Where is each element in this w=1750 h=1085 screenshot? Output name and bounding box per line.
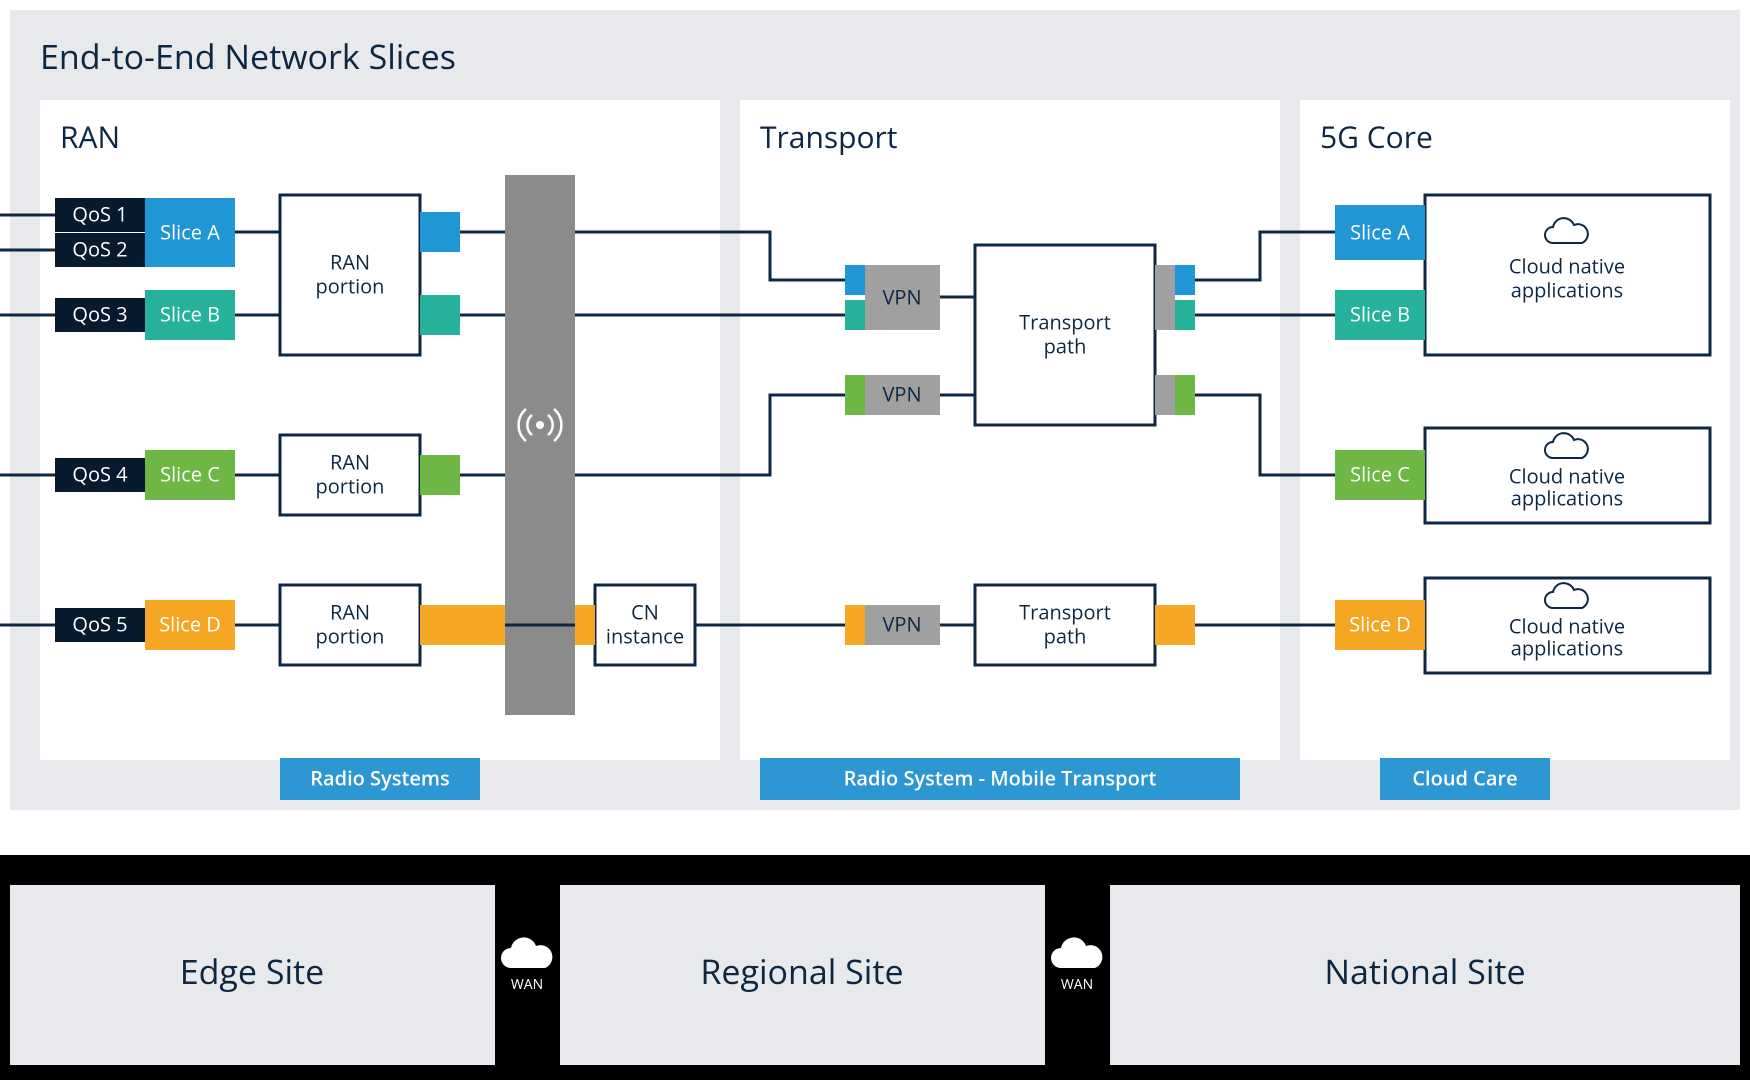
svg-text:Slice D: Slice D — [159, 610, 221, 637]
edge-site-label: Edge Site — [180, 948, 325, 994]
stub-d2 — [575, 605, 595, 645]
svg-text:VPN: VPN — [882, 610, 921, 637]
svg-text:RAN: RAN — [330, 248, 370, 275]
svg-text:RAN: RAN — [330, 448, 370, 475]
svg-text:Slice C: Slice C — [160, 460, 220, 487]
national-site-label: National Site — [1324, 948, 1525, 994]
svg-text:Radio System - Mobile Transpor: Radio System - Mobile Transport — [844, 764, 1157, 791]
svg-text:applications: applications — [1511, 484, 1623, 511]
svg-text:path: path — [1044, 622, 1087, 649]
svg-text:Slice B: Slice B — [1350, 300, 1410, 327]
svg-text:CN: CN — [631, 598, 659, 625]
core-title: 5G Core — [1320, 116, 1433, 157]
svg-text:QoS 2: QoS 2 — [72, 235, 127, 262]
svg-text:Slice A: Slice A — [1350, 218, 1410, 245]
svg-text:QoS 4: QoS 4 — [72, 460, 128, 487]
svg-text:WAN: WAN — [511, 975, 543, 994]
stub-a — [420, 212, 460, 252]
network-slices-diagram: End-to-End Network Slices RAN Transport … — [0, 0, 1750, 1080]
svg-text:path: path — [1044, 332, 1087, 359]
svg-text:Slice C: Slice C — [1350, 460, 1410, 487]
ran-title: RAN — [60, 116, 120, 157]
diagram-title: End-to-End Network Slices — [40, 33, 456, 79]
svg-text:VPN: VPN — [882, 380, 921, 407]
svg-text:QoS 3: QoS 3 — [72, 300, 127, 327]
svg-text:portion: portion — [316, 472, 385, 499]
svg-text:Transport: Transport — [1019, 308, 1111, 335]
svg-text:Cloud Care: Cloud Care — [1412, 764, 1517, 791]
stub-b — [420, 295, 460, 335]
svg-text:QoS 5: QoS 5 — [72, 610, 127, 637]
svg-text:Transport: Transport — [1019, 598, 1111, 625]
svg-text:portion: portion — [316, 272, 385, 299]
svg-text:WAN: WAN — [1061, 975, 1093, 994]
svg-text:applications: applications — [1511, 634, 1623, 661]
svg-text:Cloud native: Cloud native — [1509, 252, 1625, 279]
svg-text:Slice B: Slice B — [160, 300, 220, 327]
regional-site-label: Regional Site — [700, 948, 903, 994]
svg-text:Slice A: Slice A — [160, 218, 220, 245]
svg-text:applications: applications — [1511, 276, 1623, 303]
svg-text:QoS 1: QoS 1 — [72, 200, 127, 227]
stub-c — [420, 455, 460, 495]
svg-text:RAN: RAN — [330, 598, 370, 625]
svg-text:Slice D: Slice D — [1349, 610, 1411, 637]
svg-text:instance: instance — [606, 622, 684, 649]
svg-text:portion: portion — [316, 622, 385, 649]
stub-d1 — [420, 605, 505, 645]
antenna-column — [505, 175, 575, 715]
svg-text:Radio Systems: Radio Systems — [310, 764, 450, 791]
transport-title: Transport — [760, 116, 898, 157]
svg-text:VPN: VPN — [882, 283, 921, 310]
